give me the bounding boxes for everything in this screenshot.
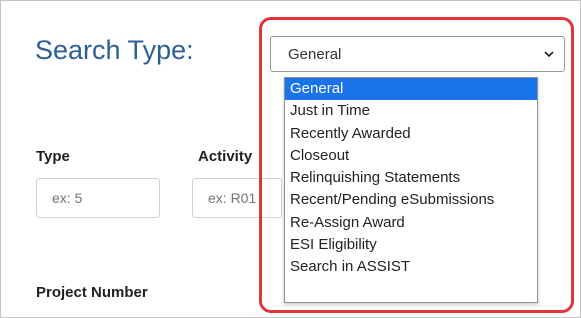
- search-type-selected-value: General: [288, 45, 342, 63]
- activity-input[interactable]: ex: R01: [192, 178, 282, 218]
- option-recent-pending-esubmissions[interactable]: Recent/Pending eSubmissions: [285, 189, 537, 211]
- option-closeout[interactable]: Closeout: [285, 145, 537, 167]
- option-just-in-time[interactable]: Just in Time: [285, 100, 537, 122]
- option-recently-awarded[interactable]: Recently Awarded: [285, 123, 537, 145]
- option-esi-eligibility[interactable]: ESI Eligibility: [285, 234, 537, 256]
- option-general[interactable]: General: [285, 78, 537, 101]
- search-type-label: Search Type:: [35, 35, 194, 65]
- option-search-in-assist[interactable]: Search in ASSIST: [285, 256, 537, 278]
- option-relinquishing-statements[interactable]: Relinquishing Statements: [285, 167, 537, 189]
- option-re-assign-award[interactable]: Re-Assign Award: [285, 212, 537, 234]
- activity-label: Activity: [198, 148, 253, 165]
- project-number-label: Project Number: [36, 284, 148, 301]
- type-input[interactable]: ex: 5: [36, 178, 160, 218]
- page-frame: Search Type: Type ex: 5 Activity ex: R01…: [0, 0, 581, 318]
- chevron-down-icon: [544, 51, 554, 58]
- type-label: Type: [36, 148, 70, 165]
- search-type-listbox: General Just in Time Recently Awarded Cl…: [284, 77, 538, 303]
- search-type-select[interactable]: General: [270, 36, 565, 72]
